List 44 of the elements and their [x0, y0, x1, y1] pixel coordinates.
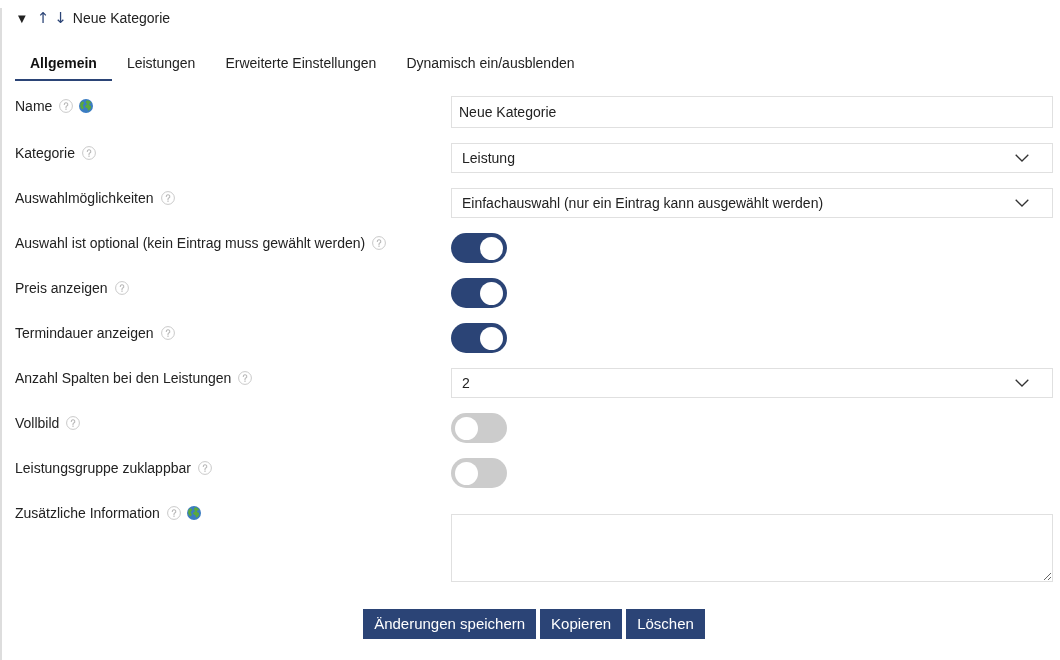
field-label: Auswahlmöglichkeiten	[15, 189, 154, 208]
text-area[interactable]	[451, 514, 1053, 582]
tab[interactable]: Erweiterte Einstellungen	[210, 47, 392, 81]
action-button[interactable]: Löschen	[626, 609, 705, 639]
down-arrow-link[interactable]: ↓	[54, 6, 67, 30]
field-label: Auswahl ist optional (kein Eintrag muss gewählt werden)	[15, 234, 366, 253]
text-field[interactable]: Neue Kategorie	[451, 96, 1053, 128]
help-icon[interactable]	[197, 461, 212, 475]
toggle-switch[interactable]	[451, 413, 507, 443]
help-icon[interactable]	[66, 416, 81, 430]
tab[interactable]: Dynamisch ein/ausblenden	[391, 47, 590, 81]
toggle-switch[interactable]	[451, 278, 507, 308]
panel-title: Neue Kategorie	[72, 8, 171, 28]
help-icon[interactable]	[160, 326, 175, 340]
chevron-down-icon	[1015, 199, 1029, 207]
chevron-down-icon	[1015, 379, 1029, 387]
chevron-down-icon	[1015, 154, 1029, 162]
action-button[interactable]: Änderungen speichern	[363, 609, 537, 639]
up-arrow-link[interactable]: ↑	[36, 6, 50, 30]
field-label: Vollbild	[15, 414, 60, 433]
help-icon[interactable]	[166, 506, 181, 520]
field-label: Termindauer anzeigen	[15, 324, 154, 343]
help-icon[interactable]	[160, 191, 175, 205]
toggle-switch[interactable]	[451, 323, 507, 353]
field-label: Zusätzliche Information	[15, 504, 160, 523]
dropdown-field[interactable]: 2	[451, 368, 1053, 398]
field-label: Anzahl Spalten bei den Leistungen	[15, 369, 232, 388]
tab[interactable]: Allgemein	[15, 47, 112, 81]
dropdown-field[interactable]: Leistung	[451, 143, 1053, 173]
help-icon[interactable]	[81, 146, 96, 160]
field-label: Preis anzeigen	[15, 279, 108, 298]
dropdown-field[interactable]: Einfachauswahl (nur ein Eintrag kann ausgewählt werden)	[451, 188, 1053, 218]
help-icon[interactable]	[372, 236, 387, 250]
action-button[interactable]: Kopieren	[540, 609, 623, 639]
help-icon[interactable]	[59, 99, 74, 113]
tab[interactable]: Leistungen	[111, 47, 211, 81]
field-label: Leistungsgruppe zuklappbar	[15, 459, 191, 478]
field-label: Name	[15, 97, 53, 116]
toggle-switch[interactable]	[451, 458, 507, 488]
collapse-toggle[interactable]: ▼	[18, 10, 26, 26]
field-label: Kategorie	[15, 144, 75, 163]
help-icon[interactable]	[238, 371, 253, 385]
help-icon[interactable]	[114, 281, 129, 295]
toggle-switch[interactable]	[451, 233, 507, 263]
